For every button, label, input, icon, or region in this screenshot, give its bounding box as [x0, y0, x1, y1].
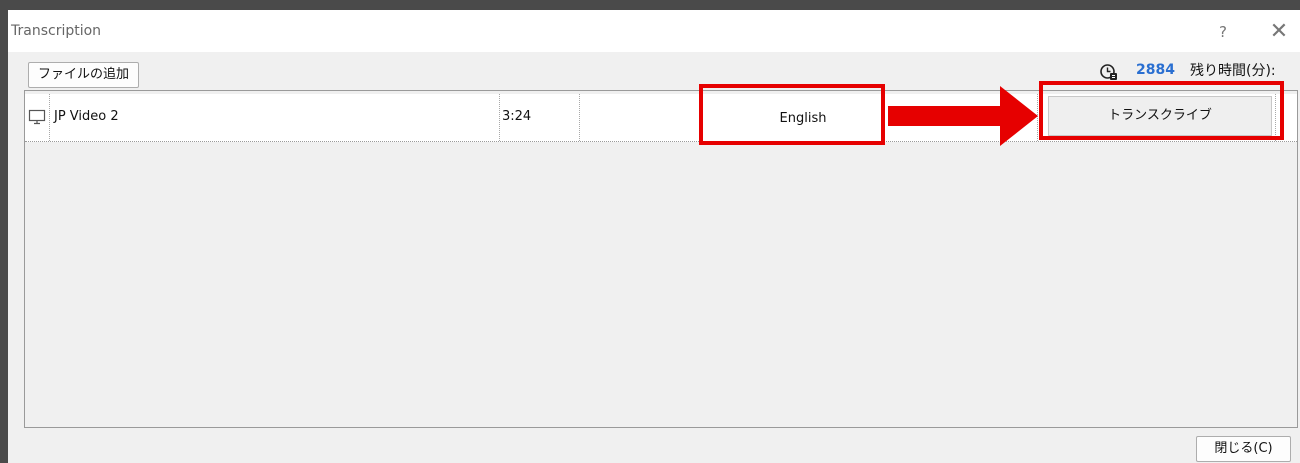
dialog-title: Transcription	[11, 23, 102, 39]
file-name: JP Video 2	[54, 109, 119, 124]
title-bar: Transcription ? ✕	[8, 10, 1300, 52]
file-list[interactable]: JP Video 2 3:24 English トランスクライブ	[24, 90, 1298, 428]
column-divider	[49, 94, 50, 141]
transcribe-highlight-box	[1039, 81, 1284, 140]
column-divider	[579, 94, 580, 141]
monitor-icon	[28, 109, 46, 125]
close-window-button[interactable]: ✕	[1266, 19, 1292, 45]
file-duration: 3:24	[502, 109, 532, 124]
help-button[interactable]: ?	[1211, 20, 1235, 44]
language-highlight-box	[699, 84, 885, 145]
transcription-dialog: Transcription ? ✕ ファイルの追加 2884 残り時間(分): …	[8, 10, 1300, 463]
add-file-button[interactable]: ファイルの追加	[28, 62, 139, 88]
column-divider	[499, 94, 500, 141]
close-dialog-button[interactable]: 閉じる(C)	[1196, 436, 1291, 462]
remaining-minutes-label: 残り時間(分):	[1190, 63, 1276, 79]
arrow-annotation-icon	[888, 86, 1038, 146]
clock-icon	[1100, 64, 1117, 80]
remaining-minutes-value: 2884	[1136, 62, 1175, 78]
